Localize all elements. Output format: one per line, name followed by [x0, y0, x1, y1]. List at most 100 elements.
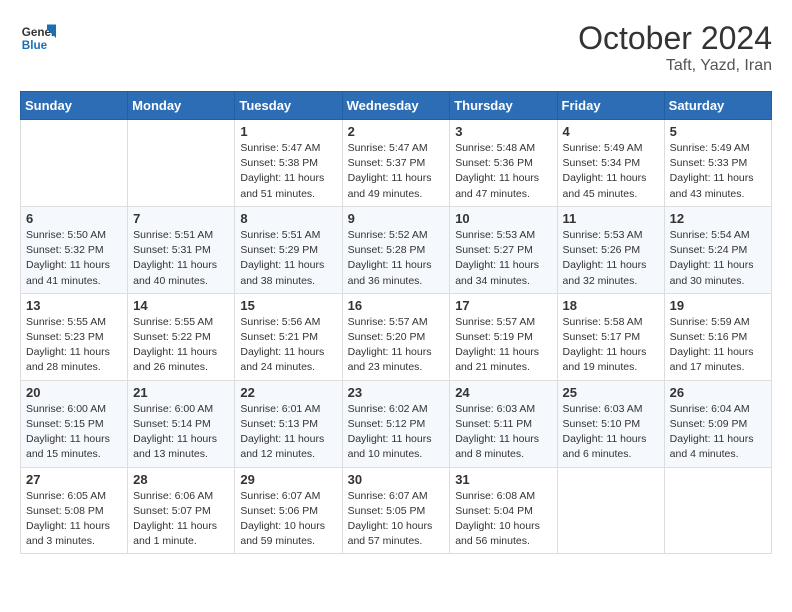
day-number: 21: [133, 385, 229, 400]
calendar-cell: 20 Sunrise: 6:00 AMSunset: 5:15 PMDayligh…: [21, 380, 128, 467]
weekday-header-saturday: Saturday: [664, 92, 771, 120]
day-number: 14: [133, 298, 229, 313]
day-info: Sunrise: 6:06 AMSunset: 5:07 PMDaylight:…: [133, 489, 229, 550]
calendar-week-row: 13 Sunrise: 5:55 AMSunset: 5:23 PMDayligh…: [21, 293, 772, 380]
day-info: Sunrise: 5:51 AMSunset: 5:29 PMDaylight:…: [240, 228, 336, 289]
day-info: Sunrise: 6:03 AMSunset: 5:10 PMDaylight:…: [563, 402, 659, 463]
calendar-cell: [128, 120, 235, 207]
day-number: 4: [563, 124, 659, 139]
day-number: 17: [455, 298, 551, 313]
day-number: 1: [240, 124, 336, 139]
day-info: Sunrise: 5:51 AMSunset: 5:31 PMDaylight:…: [133, 228, 229, 289]
day-info: Sunrise: 5:57 AMSunset: 5:19 PMDaylight:…: [455, 315, 551, 376]
day-info: Sunrise: 5:49 AMSunset: 5:34 PMDaylight:…: [563, 141, 659, 202]
calendar-cell: 6 Sunrise: 5:50 AMSunset: 5:32 PMDaylight…: [21, 206, 128, 293]
day-number: 22: [240, 385, 336, 400]
calendar-cell: 14 Sunrise: 5:55 AMSunset: 5:22 PMDayligh…: [128, 293, 235, 380]
day-info: Sunrise: 6:05 AMSunset: 5:08 PMDaylight:…: [26, 489, 122, 550]
day-info: Sunrise: 6:08 AMSunset: 5:04 PMDaylight:…: [455, 489, 551, 550]
calendar-cell: 8Sunrise: 5:51 AMSunset: 5:29 PMDaylight…: [235, 206, 342, 293]
day-info: Sunrise: 6:07 AMSunset: 5:05 PMDaylight:…: [348, 489, 445, 550]
calendar-cell: [557, 467, 664, 554]
day-number: 28: [133, 472, 229, 487]
weekday-header-wednesday: Wednesday: [342, 92, 450, 120]
day-number: 7: [133, 211, 229, 226]
calendar-week-row: 6 Sunrise: 5:50 AMSunset: 5:32 PMDaylight…: [21, 206, 772, 293]
weekday-header-sunday: Sunday: [21, 92, 128, 120]
calendar-cell: 17 Sunrise: 5:57 AMSunset: 5:19 PMDayligh…: [450, 293, 557, 380]
calendar-cell: 23Sunrise: 6:02 AMSunset: 5:12 PMDayligh…: [342, 380, 450, 467]
calendar-week-row: 1 Sunrise: 5:47 AMSunset: 5:38 PMDaylight…: [21, 120, 772, 207]
logo: General Blue: [20, 20, 56, 56]
calendar-cell: 9 Sunrise: 5:52 AMSunset: 5:28 PMDaylight…: [342, 206, 450, 293]
day-info: Sunrise: 5:55 AMSunset: 5:22 PMDaylight:…: [133, 315, 229, 376]
day-info: Sunrise: 5:59 AMSunset: 5:16 PMDaylight:…: [670, 315, 766, 376]
day-number: 24: [455, 385, 551, 400]
calendar-cell: 27 Sunrise: 6:05 AMSunset: 5:08 PMDayligh…: [21, 467, 128, 554]
day-info: Sunrise: 5:47 AMSunset: 5:38 PMDaylight:…: [240, 141, 336, 202]
day-number: 29: [240, 472, 336, 487]
calendar-cell: 7 Sunrise: 5:51 AMSunset: 5:31 PMDaylight…: [128, 206, 235, 293]
calendar-week-row: 20 Sunrise: 6:00 AMSunset: 5:15 PMDayligh…: [21, 380, 772, 467]
day-number: 31: [455, 472, 551, 487]
day-number: 23: [348, 385, 445, 400]
calendar-cell: 3 Sunrise: 5:48 AMSunset: 5:36 PMDaylight…: [450, 120, 557, 207]
day-info: Sunrise: 5:53 AMSunset: 5:27 PMDaylight:…: [455, 228, 551, 289]
weekday-header-monday: Monday: [128, 92, 235, 120]
calendar-cell: 13 Sunrise: 5:55 AMSunset: 5:23 PMDayligh…: [21, 293, 128, 380]
day-info: Sunrise: 6:00 AMSunset: 5:15 PMDaylight:…: [26, 402, 122, 463]
weekday-header-tuesday: Tuesday: [235, 92, 342, 120]
day-number: 5: [670, 124, 766, 139]
calendar-cell: [21, 120, 128, 207]
day-info: Sunrise: 5:47 AMSunset: 5:37 PMDaylight:…: [348, 141, 445, 202]
day-info: Sunrise: 5:54 AMSunset: 5:24 PMDaylight:…: [670, 228, 766, 289]
day-info: Sunrise: 5:53 AMSunset: 5:26 PMDaylight:…: [563, 228, 659, 289]
calendar-cell: 21Sunrise: 6:00 AMSunset: 5:14 PMDayligh…: [128, 380, 235, 467]
calendar-cell: [664, 467, 771, 554]
day-number: 2: [348, 124, 445, 139]
month-title: October 2024: [578, 20, 772, 57]
calendar-table: SundayMondayTuesdayWednesdayThursdayFrid…: [20, 91, 772, 554]
day-number: 9: [348, 211, 445, 226]
day-info: Sunrise: 5:56 AMSunset: 5:21 PMDaylight:…: [240, 315, 336, 376]
calendar-cell: 24 Sunrise: 6:03 AMSunset: 5:11 PMDayligh…: [450, 380, 557, 467]
day-number: 19: [670, 298, 766, 313]
day-number: 16: [348, 298, 445, 313]
day-info: Sunrise: 5:50 AMSunset: 5:32 PMDaylight:…: [26, 228, 122, 289]
day-info: Sunrise: 5:48 AMSunset: 5:36 PMDaylight:…: [455, 141, 551, 202]
day-info: Sunrise: 6:03 AMSunset: 5:11 PMDaylight:…: [455, 402, 551, 463]
day-info: Sunrise: 5:49 AMSunset: 5:33 PMDaylight:…: [670, 141, 766, 202]
calendar-cell: 4 Sunrise: 5:49 AMSunset: 5:34 PMDaylight…: [557, 120, 664, 207]
calendar-cell: 31 Sunrise: 6:08 AMSunset: 5:04 PMDayligh…: [450, 467, 557, 554]
calendar-cell: 22 Sunrise: 6:01 AMSunset: 5:13 PMDayligh…: [235, 380, 342, 467]
calendar-cell: 10 Sunrise: 5:53 AMSunset: 5:27 PMDayligh…: [450, 206, 557, 293]
calendar-cell: 5 Sunrise: 5:49 AMSunset: 5:33 PMDaylight…: [664, 120, 771, 207]
day-info: Sunrise: 6:01 AMSunset: 5:13 PMDaylight:…: [240, 402, 336, 463]
logo-icon: General Blue: [20, 20, 56, 56]
day-number: 13: [26, 298, 122, 313]
day-info: Sunrise: 6:07 AMSunset: 5:06 PMDaylight:…: [240, 489, 336, 550]
svg-text:Blue: Blue: [22, 39, 48, 52]
day-number: 26: [670, 385, 766, 400]
day-number: 25: [563, 385, 659, 400]
day-number: 10: [455, 211, 551, 226]
calendar-cell: 28 Sunrise: 6:06 AMSunset: 5:07 PMDayligh…: [128, 467, 235, 554]
calendar-cell: 19 Sunrise: 5:59 AMSunset: 5:16 PMDayligh…: [664, 293, 771, 380]
page-header: General Blue October 2024 Taft, Yazd, Ir…: [20, 20, 772, 75]
calendar-cell: 1 Sunrise: 5:47 AMSunset: 5:38 PMDaylight…: [235, 120, 342, 207]
calendar-cell: 25 Sunrise: 6:03 AMSunset: 5:10 PMDayligh…: [557, 380, 664, 467]
calendar-cell: 16 Sunrise: 5:57 AMSunset: 5:20 PMDayligh…: [342, 293, 450, 380]
calendar-cell: 12Sunrise: 5:54 AMSunset: 5:24 PMDayligh…: [664, 206, 771, 293]
calendar-cell: 29 Sunrise: 6:07 AMSunset: 5:06 PMDayligh…: [235, 467, 342, 554]
location: Taft, Yazd, Iran: [578, 57, 772, 75]
day-number: 20: [26, 385, 122, 400]
weekday-header-thursday: Thursday: [450, 92, 557, 120]
calendar-cell: 11Sunrise: 5:53 AMSunset: 5:26 PMDayligh…: [557, 206, 664, 293]
day-info: Sunrise: 5:52 AMSunset: 5:28 PMDaylight:…: [348, 228, 445, 289]
day-number: 30: [348, 472, 445, 487]
day-number: 6: [26, 211, 122, 226]
day-number: 3: [455, 124, 551, 139]
day-number: 27: [26, 472, 122, 487]
day-info: Sunrise: 5:57 AMSunset: 5:20 PMDaylight:…: [348, 315, 445, 376]
day-info: Sunrise: 5:55 AMSunset: 5:23 PMDaylight:…: [26, 315, 122, 376]
